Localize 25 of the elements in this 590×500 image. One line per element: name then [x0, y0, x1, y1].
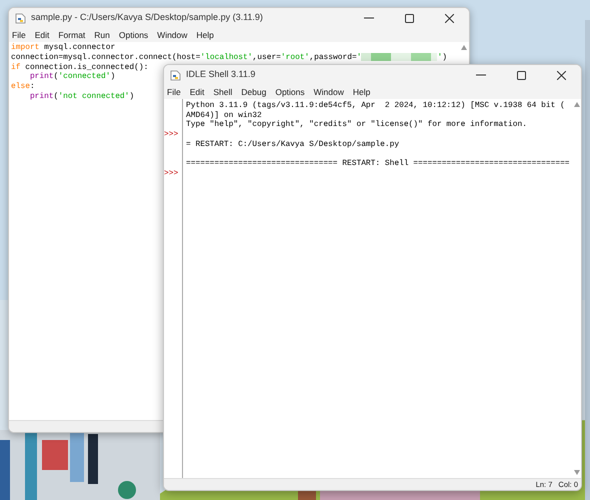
window-title: sample.py - C:/Users/Kavya S/Desktop/sample.py (3.11.9)	[31, 11, 263, 24]
python-file-icon	[170, 70, 181, 80]
menu-item[interactable]: Format	[58, 28, 86, 42]
maximize-icon	[404, 14, 414, 22]
scroll-down-arrow-icon[interactable]	[574, 470, 580, 475]
python-file-icon	[15, 12, 26, 24]
menu-item[interactable]: Edit	[190, 86, 204, 98]
menu-item[interactable]: Help	[352, 86, 370, 98]
menu-item[interactable]: Window	[157, 28, 188, 42]
menu-item[interactable]: Window	[314, 86, 344, 98]
menu-item[interactable]: File	[167, 86, 181, 98]
window-title: IDLE Shell 3.11.9	[186, 68, 256, 82]
menu-item[interactable]: Options	[118, 28, 148, 42]
scroll-up-arrow-icon[interactable]	[461, 45, 467, 50]
menu-item[interactable]: Help	[196, 28, 214, 42]
menu-item[interactable]: File	[12, 28, 26, 42]
menu-item[interactable]: Debug	[241, 86, 266, 98]
menu-item[interactable]: Edit	[34, 28, 50, 42]
menu-item[interactable]: Options	[275, 86, 305, 98]
menu-item[interactable]: Shell	[213, 86, 232, 98]
maximize-icon	[516, 70, 526, 80]
close-icon	[444, 14, 454, 22]
close-icon	[556, 70, 566, 80]
scroll-up-arrow-icon[interactable]	[574, 102, 580, 107]
menu-item[interactable]: Run	[94, 28, 110, 42]
